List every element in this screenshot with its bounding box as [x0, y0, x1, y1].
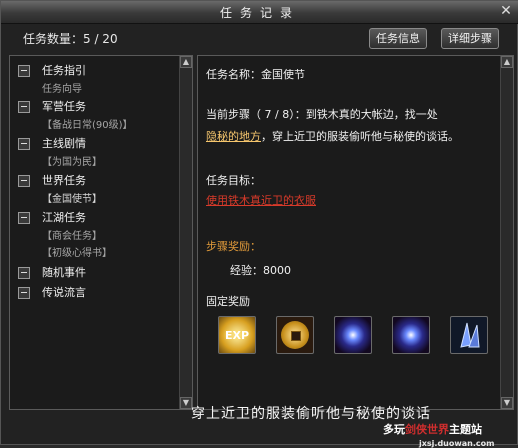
right-scrollbar[interactable]: ▲ ▼	[500, 56, 513, 409]
collapse-icon[interactable]	[18, 65, 30, 77]
crystal-shape	[460, 322, 480, 348]
task-count-label: 任务数量：5 / 20	[23, 32, 118, 46]
fixed-reward-label: 固定奖励	[206, 295, 250, 308]
tree-category[interactable]: 江湖任务	[18, 209, 86, 225]
tree-category[interactable]: 任务指引	[18, 62, 86, 78]
scroll-up-icon[interactable]: ▲	[180, 56, 192, 68]
goal-text[interactable]: 使用铁木真近卫的衣服	[206, 192, 316, 208]
scroll-down-icon[interactable]: ▼	[501, 397, 513, 409]
task-tree-panel: 任务指引 任务向导 军营任务 【备战日常(90级)】 主线剧情 【为国为民】 世…	[9, 55, 193, 410]
close-icon[interactable]: ✕	[499, 4, 513, 18]
collapse-icon[interactable]	[18, 212, 30, 224]
tree-task-item[interactable]: 任务向导	[42, 80, 82, 95]
tree-category[interactable]: 传说流言	[18, 284, 86, 300]
collapse-icon[interactable]	[18, 138, 30, 150]
tree-task-item[interactable]: 【为国为民】	[42, 153, 102, 168]
task-info-button[interactable]: 任务信息	[369, 28, 427, 49]
hidden-place-link[interactable]: 隐秘的地方	[206, 130, 261, 143]
task-detail-panel: 任务名称：金国使节 当前步骤（ 7 / 8）：到铁木真的大帐边，找一处 隐秘的地…	[197, 55, 514, 410]
video-caption: 穿上近卫的服装偷听他与秘使的谈话	[191, 406, 431, 422]
collapse-icon[interactable]	[18, 101, 30, 113]
left-scrollbar[interactable]: ▲ ▼	[179, 56, 192, 409]
step-reward-label: 步骤奖励：	[206, 240, 261, 253]
tree-category[interactable]: 军营任务	[18, 98, 86, 114]
title-bar[interactable]: 任务记录 ✕	[1, 1, 518, 24]
tree-category[interactable]: 世界任务	[18, 172, 86, 188]
tree-task-item[interactable]: 【备战日常(90级)】	[42, 116, 133, 131]
tree-task-item-selected[interactable]: 【金国使节】	[42, 190, 102, 205]
exp-scroll-icon[interactable]: EXP	[218, 316, 256, 354]
collapse-icon[interactable]	[18, 267, 30, 279]
tree-task-item[interactable]: 【初级心得书】	[42, 244, 112, 259]
collapse-icon[interactable]	[18, 175, 30, 187]
star-orb-icon[interactable]	[334, 316, 372, 354]
scroll-up-icon[interactable]: ▲	[501, 56, 513, 68]
site-watermark: 多玩剑侠世界主题站 jxsj.duowan.com	[383, 423, 495, 448]
task-name: 任务名称：金国使节	[206, 68, 305, 81]
star-orb-icon[interactable]	[392, 316, 430, 354]
detailed-steps-button[interactable]: 详细步骤	[441, 28, 499, 49]
collapse-icon[interactable]	[18, 287, 30, 299]
current-step-line2: 隐秘的地方，穿上近卫的服装偷听他与秘使的谈话。	[206, 130, 459, 143]
tree-task-item[interactable]: 【商会任务】	[42, 227, 102, 242]
exp-reward: 经验：8000	[230, 264, 291, 277]
window-title: 任务记录	[219, 6, 300, 20]
tree-category[interactable]: 随机事件	[18, 264, 86, 280]
tree-category[interactable]: 主线剧情	[18, 135, 86, 151]
goal-label: 任务目标：	[206, 174, 261, 187]
crystal-icon[interactable]	[450, 316, 488, 354]
current-step-line1: 当前步骤（ 7 / 8）：到铁木真的大帐边，找一处	[206, 108, 438, 121]
coin-icon[interactable]	[276, 316, 314, 354]
task-log-window: 任务记录 ✕ 任务数量：5 / 20 任务信息 详细步骤 任务指引 任务向导 军…	[0, 0, 518, 448]
